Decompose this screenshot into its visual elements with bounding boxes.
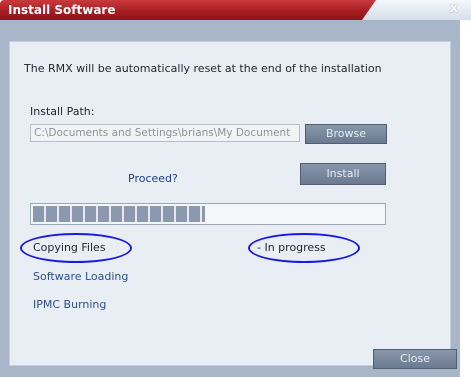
install-software-window: Install Software x The RMX will be autom… xyxy=(0,0,471,377)
install-progress-bar xyxy=(30,203,386,225)
step-software-loading: Software Loading xyxy=(33,270,129,283)
proceed-prompt: Proceed? xyxy=(128,172,178,185)
reset-warning-text: The RMX will be automatically reset at t… xyxy=(24,62,382,75)
install-path-field[interactable]: C:\Documents and Settings\brians\My Docu… xyxy=(30,124,300,142)
close-button[interactable]: Close xyxy=(373,349,457,369)
annotation-ellipse-status xyxy=(248,233,360,263)
window-title: Install Software xyxy=(8,3,116,17)
browse-button[interactable]: Browse xyxy=(305,124,387,144)
step-ipmc-burning: IPMC Burning xyxy=(33,298,107,311)
install-button[interactable]: Install xyxy=(300,163,386,185)
progress-fill xyxy=(33,206,205,222)
close-tab: x xyxy=(362,0,471,20)
install-path-label: Install Path: xyxy=(30,105,95,118)
close-icon[interactable]: x xyxy=(447,1,461,17)
annotation-ellipse-copying xyxy=(20,233,132,263)
